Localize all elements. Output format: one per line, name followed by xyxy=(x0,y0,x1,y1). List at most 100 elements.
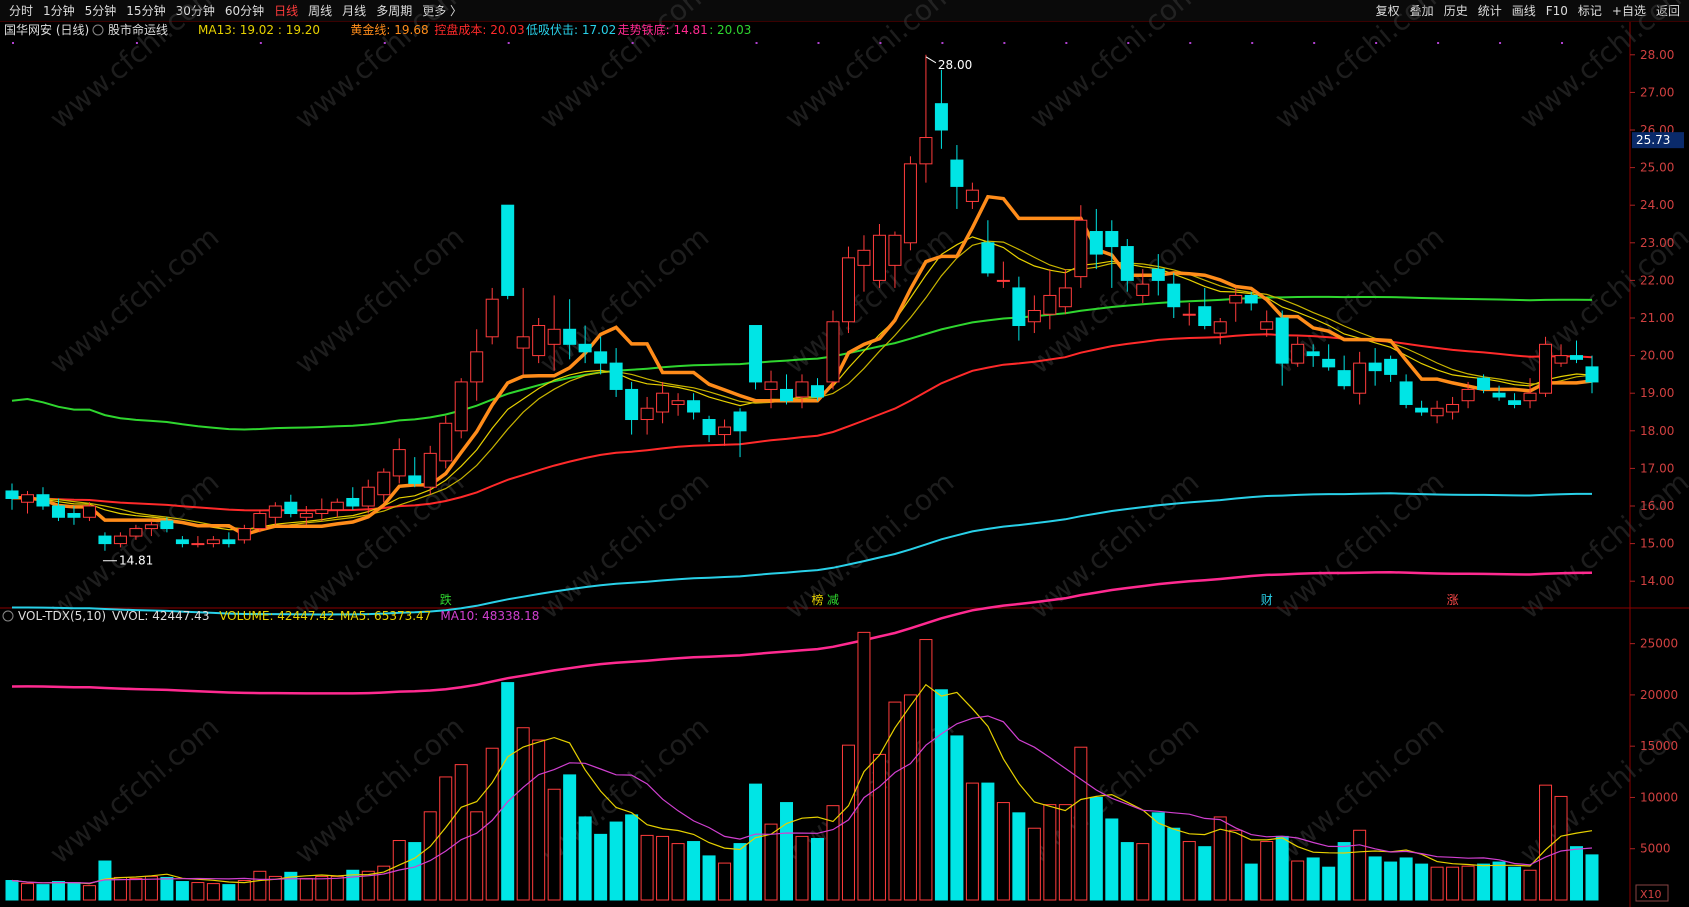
price-axis-label: 23.00 xyxy=(1640,236,1674,250)
volume-bar-57 xyxy=(888,701,902,901)
top-dot xyxy=(1561,42,1564,44)
candle-body-86 xyxy=(1337,370,1351,387)
candle-body-27 xyxy=(423,452,437,488)
volume-bar-3 xyxy=(51,881,65,901)
watermark-text: www.cfchi.com xyxy=(533,220,715,380)
volume-bar-15 xyxy=(237,880,251,901)
volume-bar-72 xyxy=(1120,842,1134,901)
top-dot xyxy=(1499,42,1502,44)
candle-body-49 xyxy=(764,381,778,390)
candle-body-66 xyxy=(1027,309,1041,323)
vol-axis-label: 15000 xyxy=(1640,739,1678,753)
candle-body-7 xyxy=(113,535,127,545)
candle-body-85 xyxy=(1322,358,1336,368)
volume-bar-8 xyxy=(129,877,143,901)
volume-bar-69 xyxy=(1074,746,1088,901)
vol-axis-label: 25000 xyxy=(1640,637,1678,651)
vol-axis-label: 20000 xyxy=(1640,688,1678,702)
volume-bar-70 xyxy=(1089,796,1103,901)
volume-bar-79 xyxy=(1229,829,1243,901)
kline-chart[interactable]: www.cfchi.com www.cfchi.com www.cfchi.com w… xyxy=(0,0,1689,907)
volume-bar-48 xyxy=(749,783,763,901)
price-axis-label: 21.00 xyxy=(1640,311,1674,325)
current-price-label: 25.73 xyxy=(1636,133,1670,147)
event-marker: 减 xyxy=(827,593,839,607)
event-marker: 榜 xyxy=(811,592,823,607)
vol-header-item-0: VVOL: 42447.43 xyxy=(112,609,209,623)
candle-body-48 xyxy=(749,325,763,383)
price-axis-label: 28.00 xyxy=(1640,48,1674,62)
candle-body-29 xyxy=(454,381,468,432)
volume-bar-52 xyxy=(810,837,824,901)
volume-bar-16 xyxy=(253,870,267,901)
volume-bar-66 xyxy=(1027,827,1041,901)
volume-bar-56 xyxy=(872,753,886,901)
top-dot xyxy=(507,42,510,44)
volume-bar-86 xyxy=(1337,842,1351,901)
candle-body-89 xyxy=(1384,358,1398,375)
price-axis-label: 15.00 xyxy=(1640,537,1674,551)
volume-bar-68 xyxy=(1058,804,1072,901)
header-item-2: 控盘成本: 20.03 xyxy=(434,22,524,37)
volume-bar-62 xyxy=(965,782,979,901)
candle-body-6 xyxy=(98,535,112,545)
candle-body-37 xyxy=(578,343,592,353)
volume-bar-100 xyxy=(1554,795,1568,901)
candle-body-26 xyxy=(408,475,422,484)
volume-bar-61 xyxy=(950,735,964,901)
volume-bar-0 xyxy=(5,880,19,901)
candle-body-53 xyxy=(826,321,840,383)
low-annotation: 14.81 xyxy=(119,554,153,568)
candle-body-24 xyxy=(377,471,391,496)
candle-body-72 xyxy=(1120,246,1134,281)
candle-body-17 xyxy=(268,505,282,518)
candle-body-54 xyxy=(841,257,855,323)
volume-bars xyxy=(5,631,1599,901)
candle-body-96 xyxy=(1492,392,1506,398)
volume-bar-99 xyxy=(1539,784,1553,901)
volume-bar-85 xyxy=(1322,866,1336,901)
vol-header-item-3: MA10: 48338.18 xyxy=(440,609,539,623)
vol-axis-label: 10000 xyxy=(1640,790,1678,804)
volume-bar-97 xyxy=(1508,866,1522,901)
volume-bar-82 xyxy=(1275,835,1289,901)
candle-body-34 xyxy=(532,325,546,357)
volume-bar-83 xyxy=(1291,860,1305,901)
volume-bar-9 xyxy=(144,875,158,901)
volume-bar-64 xyxy=(996,802,1010,901)
candle-body-74 xyxy=(1151,268,1165,281)
top-dot xyxy=(1003,42,1006,44)
top-dot xyxy=(631,42,634,44)
indicator-toggle-icon xyxy=(92,24,104,36)
price-axis-label: 24.00 xyxy=(1640,198,1674,212)
top-dot xyxy=(1127,42,1130,44)
candle-body-98 xyxy=(1523,392,1537,402)
top-dot xyxy=(383,42,386,44)
watermark-text: www.cfchi.com xyxy=(43,710,225,870)
volume-bar-45 xyxy=(702,855,716,901)
volume-bar-81 xyxy=(1260,841,1274,901)
candle-body-91 xyxy=(1415,407,1429,413)
volume-bar-47 xyxy=(733,843,747,901)
volume-bar-44 xyxy=(687,841,701,901)
candle-body-28 xyxy=(439,422,453,462)
volume-bar-77 xyxy=(1198,846,1212,901)
volume-bar-26 xyxy=(408,842,422,901)
top-dot xyxy=(1251,42,1254,44)
vol-header-item-2: MA5: 65373.47 xyxy=(340,609,431,623)
volume-bar-32 xyxy=(501,682,515,901)
volume-bar-11 xyxy=(175,881,189,901)
top-dot xyxy=(755,42,758,44)
volume-bar-67 xyxy=(1043,804,1057,901)
candle-body-87 xyxy=(1353,362,1367,394)
top-dot xyxy=(1189,42,1192,44)
header-item-1: 黄金线: 19.68 xyxy=(350,22,428,37)
candle-body-63 xyxy=(981,242,995,274)
volume-bar-65 xyxy=(1012,812,1026,901)
candle-body-5 xyxy=(82,505,96,518)
candle-body-33 xyxy=(516,336,530,349)
volume-bar-89 xyxy=(1384,861,1398,901)
volume-bar-40 xyxy=(625,814,639,901)
candle-body-77 xyxy=(1198,306,1212,327)
volume-bar-35 xyxy=(547,788,561,901)
